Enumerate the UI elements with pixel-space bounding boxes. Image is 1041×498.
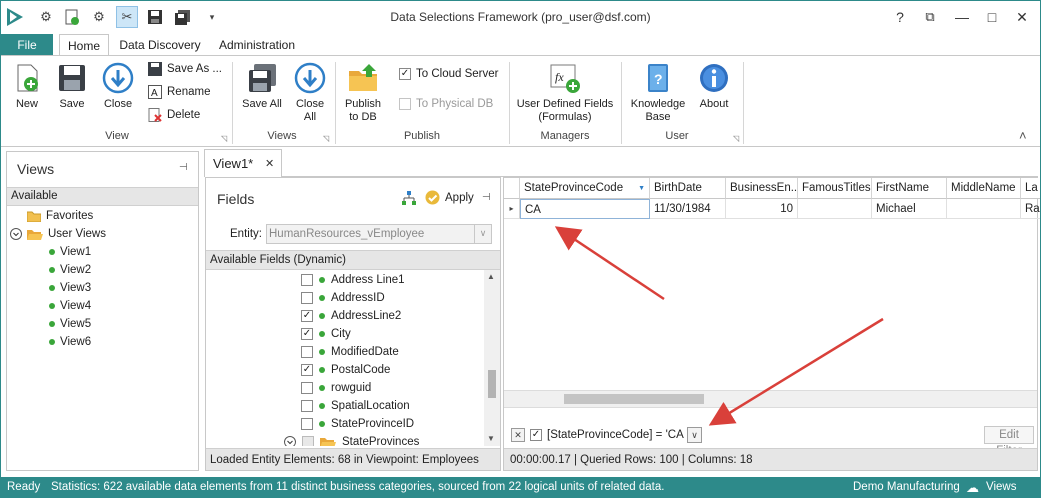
arrow-to-filter <box>708 317 884 426</box>
status-statistics: Statistics: 622 available data elements … <box>51 481 665 493</box>
status-views[interactable]: Views <box>986 477 1016 497</box>
cloud-icon: ☁ <box>966 480 979 495</box>
status-ready: Ready <box>7 481 41 493</box>
status-company[interactable]: Demo Manufacturing <box>853 477 960 497</box>
status-bar: Ready Statistics: 622 available data ele… <box>1 477 1040 497</box>
application-window: ⚙ ⚙ ✂ ▾ Data Selections Framework (pro_u… <box>0 0 1041 498</box>
annotation-arrows <box>554 226 884 426</box>
arrow-to-state-code <box>554 226 665 301</box>
